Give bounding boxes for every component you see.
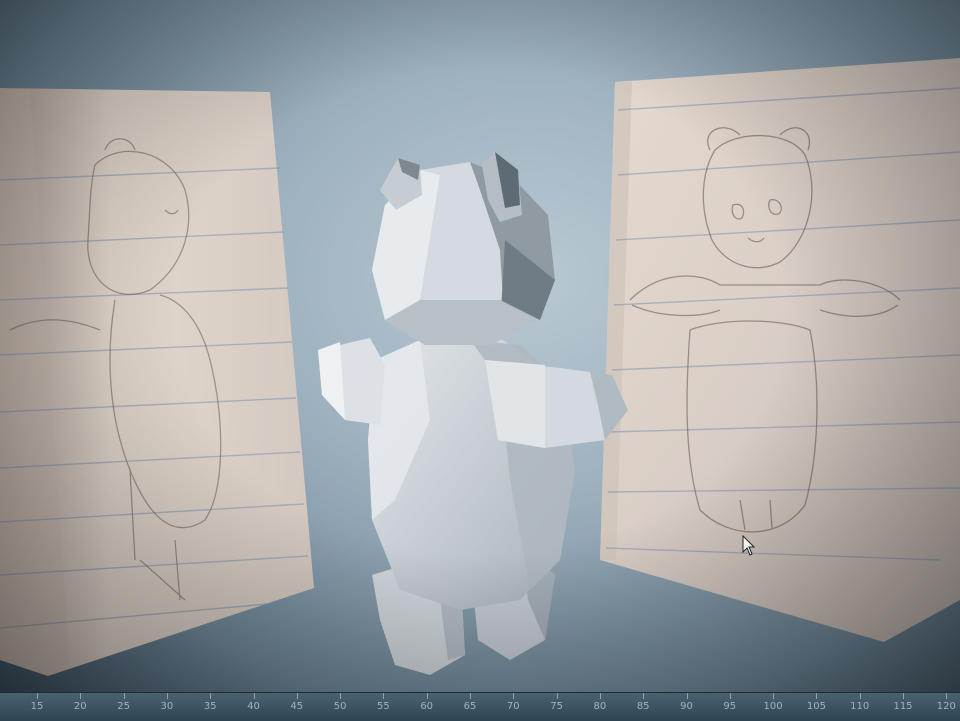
timeline-frame-label: 30 [160,701,174,712]
timeline-tick [210,693,212,699]
front-view-reference-plane[interactable] [600,58,960,642]
timeline-frame-label: 55 [377,701,390,712]
timeline-frame-label: 80 [593,701,607,712]
timeline-tick [816,693,818,699]
timeline-frame-label: 75 [550,701,563,712]
timeline-frame-label: 50 [333,701,347,712]
timeline-tick [470,693,471,699]
timeline-ruler[interactable]: 15 20 25 30 35 40 45 50 55 60 65 70 75 80 85 90 95 100 105… [0,692,960,721]
viewport-scene [0,58,960,676]
timeline-tick [166,693,168,699]
timeline-frame-label: 110 [850,701,870,712]
timeline-frame-label: 45 [290,701,304,712]
timeline-tick [383,693,385,699]
timeline-tick [946,693,948,699]
timeline-frame-label: 120 [936,701,956,712]
timeline-tick [599,693,601,699]
timeline-frame-label: 60 [420,701,434,712]
3d-viewport[interactable] [0,0,960,692]
timeline-tick [340,693,342,699]
timeline-frame-label: 20 [73,701,87,712]
timeline-tick [296,693,298,699]
timeline-tick [729,693,731,699]
timeline-tick [773,693,775,699]
timeline-frame-label: 115 [893,701,913,712]
timeline-frame-label: 70 [506,701,520,712]
timeline-frame-label: 90 [680,701,693,712]
timeline-frame-label: 85 [636,701,650,712]
timeline-tick [253,693,255,699]
mouse-pointer-icon [742,535,756,556]
timeline-tick [556,693,558,699]
timeline-frame-label: 15 [30,701,44,712]
timeline-tick [426,693,428,699]
timeline-frame-label: 95 [723,701,737,712]
timeline-frame-label: 40 [247,701,260,712]
side-view-reference-plane[interactable] [0,88,314,676]
timeline-frame-label: 65 [463,701,477,712]
timeline-tick [686,693,688,699]
low-poly-bear-model[interactable] [318,152,628,675]
timeline-tick [513,693,515,699]
timeline-tick [123,693,125,699]
timeline-tick [903,693,904,699]
timeline-tick [643,693,645,699]
timeline-tick [80,693,82,699]
timeline-tick [37,693,38,699]
timeline-frame-label: 35 [203,701,217,712]
timeline-tick [859,693,861,699]
timeline-frame-label: 100 [763,701,783,712]
timeline-frame-label: 105 [806,701,826,712]
timeline-frame-label: 25 [117,701,130,712]
